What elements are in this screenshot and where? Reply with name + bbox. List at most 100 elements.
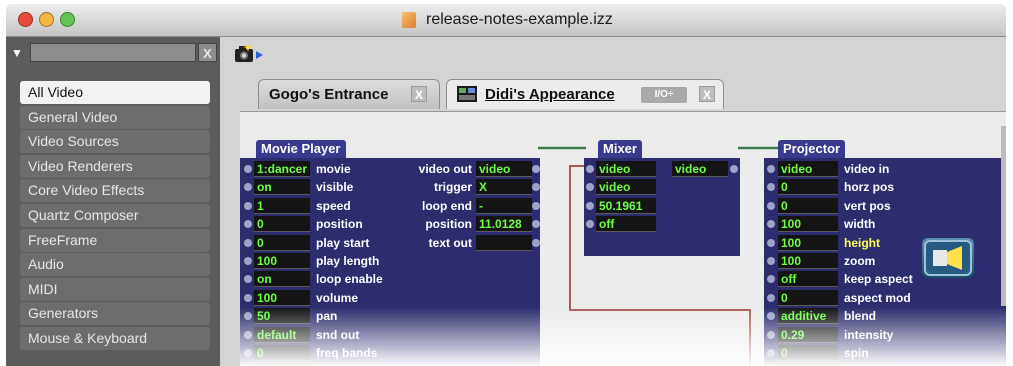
input-label: horz pos <box>844 180 894 195</box>
input-value-field[interactable]: 100 <box>254 289 310 306</box>
output-port[interactable] <box>532 165 540 173</box>
tab-gogos-entrance[interactable]: Gogo's Entrance X <box>258 79 440 109</box>
category-freeframe[interactable]: FreeFrame <box>20 228 210 252</box>
output-label: text out <box>428 235 472 250</box>
minimize-window-button[interactable] <box>39 12 54 27</box>
category-core-video-effects[interactable]: Core Video Effects <box>20 179 210 203</box>
actor-movie-player-title[interactable]: Movie Player <box>256 140 346 158</box>
input-port[interactable] <box>244 330 252 339</box>
input-value-field[interactable]: 0 <box>254 234 310 251</box>
input-value-field[interactable]: 100 <box>254 253 310 269</box>
input-port[interactable] <box>767 165 775 173</box>
category-quartz-composer[interactable]: Quartz Composer <box>20 203 210 227</box>
input-port[interactable] <box>767 238 775 247</box>
output-port[interactable] <box>532 238 540 247</box>
input-port[interactable] <box>244 293 252 302</box>
input-port[interactable] <box>767 349 775 357</box>
input-value-field[interactable]: 100 <box>778 234 838 251</box>
category-generators[interactable]: Generators <box>20 302 210 326</box>
input-value-field[interactable]: default <box>254 326 310 343</box>
search-input[interactable] <box>30 43 196 62</box>
input-port[interactable] <box>586 201 594 210</box>
input-label: width <box>844 217 876 232</box>
input-label: aspect mod <box>844 290 911 305</box>
input-value-field[interactable]: 0 <box>778 289 838 306</box>
close-window-button[interactable] <box>18 12 33 27</box>
input-label: height <box>844 235 880 250</box>
input-value-field[interactable]: 0 <box>778 197 838 214</box>
vertical-scrollbar[interactable] <box>1001 126 1006 306</box>
input-label: zoom <box>844 254 876 268</box>
input-value-field[interactable]: video <box>596 161 656 177</box>
input-port[interactable] <box>244 165 252 173</box>
input-value-field[interactable]: 50.1961 <box>596 197 656 214</box>
actor-mixer-title[interactable]: Mixer <box>598 140 642 158</box>
input-label: vert pos <box>844 198 891 213</box>
close-tab-button[interactable]: X <box>699 86 715 102</box>
input-port[interactable] <box>767 257 775 265</box>
close-tab-button[interactable]: X <box>411 86 427 102</box>
output-label: video out <box>418 162 472 176</box>
input-value-field[interactable]: 1:dancer <box>254 161 310 177</box>
output-value-field: video <box>672 161 728 177</box>
input-value-field[interactable]: 0 <box>254 345 310 361</box>
input-port[interactable] <box>244 238 252 247</box>
io-popup-button[interactable]: I/O÷ <box>641 87 687 103</box>
input-value-field[interactable]: 0 <box>778 345 838 361</box>
input-label: visible <box>316 180 354 195</box>
input-value-field[interactable]: on <box>254 271 310 288</box>
category-midi[interactable]: MIDI <box>20 277 210 301</box>
input-label: snd out <box>316 327 360 342</box>
actor-library-sidebar: ▼ X All Video General Video Video Source… <box>6 37 220 366</box>
input-label: volume <box>316 290 359 305</box>
input-label: keep aspect <box>844 272 913 287</box>
input-value-field[interactable]: 1 <box>254 197 310 214</box>
input-value-field[interactable]: video <box>778 161 838 177</box>
camera-icon[interactable] <box>234 41 264 65</box>
input-port[interactable] <box>586 165 594 173</box>
category-video-sources[interactable]: Video Sources <box>20 130 210 154</box>
input-label: blend <box>844 309 876 324</box>
output-port[interactable] <box>730 165 738 173</box>
input-value-field[interactable]: off <box>596 216 656 233</box>
output-value-field: video <box>476 161 532 177</box>
zoom-window-button[interactable] <box>60 12 75 27</box>
scene-editor: Gogo's Entrance X Didi's Appearance I/O÷… <box>220 37 1006 366</box>
input-port[interactable] <box>244 257 252 265</box>
input-value-field[interactable]: 50 <box>254 308 310 325</box>
output-port[interactable] <box>532 201 540 210</box>
input-label: loop enable <box>316 272 383 287</box>
input-port[interactable] <box>244 201 252 210</box>
input-value-field[interactable]: video <box>596 179 656 196</box>
category-video-renderers[interactable]: Video Renderers <box>20 154 210 178</box>
input-value-field[interactable]: on <box>254 179 310 196</box>
category-all-video[interactable]: All Video <box>20 81 210 104</box>
input-value-field[interactable]: 0.29 <box>778 326 838 343</box>
input-port[interactable] <box>767 293 775 302</box>
output-label: position <box>425 217 472 232</box>
input-label: video in <box>844 162 890 176</box>
input-label: position <box>316 217 363 232</box>
input-value-field[interactable]: 100 <box>778 253 838 269</box>
clear-search-button[interactable]: X <box>198 43 217 62</box>
output-label: trigger <box>433 180 472 195</box>
category-general-video[interactable]: General Video <box>20 105 210 129</box>
input-port[interactable] <box>244 349 252 357</box>
input-value-field[interactable]: 100 <box>778 216 838 233</box>
category-mouse-keyboard[interactable]: Mouse & Keyboard <box>20 326 210 350</box>
input-value-field[interactable]: 0 <box>254 216 310 233</box>
input-label: spin <box>844 346 869 360</box>
tab-didis-appearance[interactable]: Didi's Appearance I/O÷ X <box>446 79 724 109</box>
title-bar: release-notes-example.izz <box>6 4 1006 37</box>
category-audio[interactable]: Audio <box>20 253 210 277</box>
input-port[interactable] <box>767 201 775 210</box>
output-value-field <box>476 234 532 251</box>
disclosure-triangle-icon[interactable]: ▼ <box>11 46 23 60</box>
projector-icon <box>922 238 974 278</box>
patch-canvas[interactable]: Movie Player Mixer Projector 1:dancer mov… <box>240 111 1006 366</box>
actor-projector-title[interactable]: Projector <box>778 140 846 158</box>
input-value-field[interactable]: 0 <box>778 179 838 196</box>
input-port[interactable] <box>767 330 775 339</box>
input-value-field[interactable]: off <box>778 271 838 288</box>
input-value-field[interactable]: additive <box>778 308 838 325</box>
